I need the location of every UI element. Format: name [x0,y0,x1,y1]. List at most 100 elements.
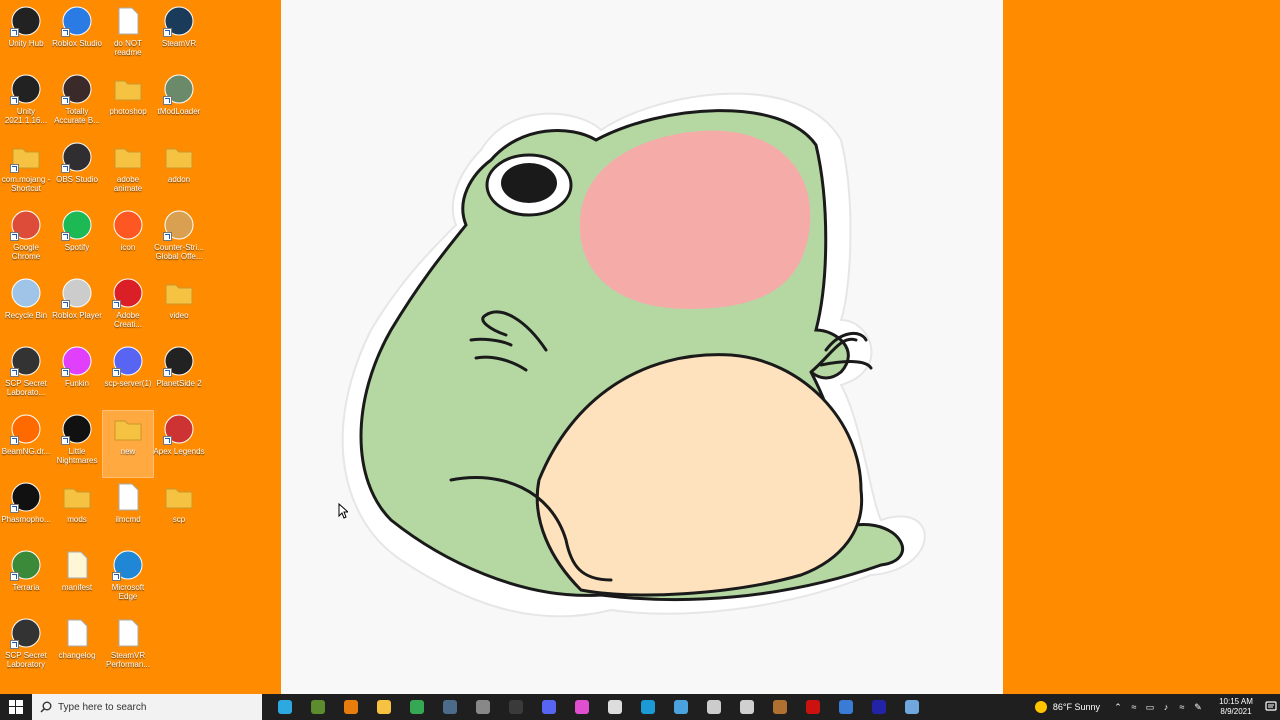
desktop-icon[interactable]: scp [154,479,204,545]
network-icon[interactable]: ≈ [1126,694,1142,720]
shortcut-arrow-icon [112,368,121,377]
desktop-icon[interactable]: addon [154,139,204,205]
desktop-icon[interactable]: Counter-Stri... Global Offe... [154,207,204,273]
clock[interactable]: 10:15 AM 8/9/2021 [1210,697,1262,717]
taskbar-app-steam[interactable] [433,694,466,720]
taskbar-app-chrome[interactable] [400,694,433,720]
desktop-icon-label: addon [167,175,191,184]
taskbar-app-snipping-tool[interactable] [466,694,499,720]
shortcut-arrow-icon [163,28,172,37]
wifi-icon[interactable]: ≈ [1174,694,1190,720]
weather-widget[interactable]: 86°F Sunny [1034,701,1100,713]
desktop-icon[interactable]: do NOT readme [103,3,153,69]
shortcut-arrow-icon [61,300,70,309]
taskbar-app-sticky[interactable] [697,694,730,720]
ru-icon [871,700,886,714]
taskbar-app-record[interactable] [796,694,829,720]
desktop-icon[interactable]: Adobe Creati... [103,275,153,341]
discord-icon [112,345,144,377]
notepad-icon [607,700,622,714]
desktop-icon-label: Unity 2021.1.16... [4,107,48,125]
desktop-icon-label: do NOT readme [113,39,142,57]
shortcut-arrow-icon [10,96,19,105]
desktop-icon[interactable]: SteamVR [154,3,204,69]
desktop-icon-label: Roblox Player [52,311,102,320]
taskbar-app-notepad[interactable] [598,694,631,720]
desktop-icon[interactable]: Roblox Studio [52,3,102,69]
taskbar-app-steam-2[interactable] [631,694,664,720]
chevron-up-icon[interactable]: ⌃ [1110,694,1126,720]
desktop-icon[interactable]: SCP Secret Laboratory [1,615,51,681]
desktop-icon-label: scp [172,515,186,524]
desktop-icon[interactable]: SCP Secret Laborato... [1,343,51,409]
desktop-icon-label: com.mojang - Shortcut [1,175,51,193]
desktop-icon-label: Apex Legends [153,447,205,456]
desktop-icon[interactable]: Apex Legends [153,411,205,477]
desktop-icon[interactable]: com.mojang - Shortcut [1,139,51,205]
taskbar-app-calculator[interactable] [664,694,697,720]
desktop-icon[interactable]: Totally Accurate B... [52,71,102,137]
desktop-icon[interactable]: photoshop [103,71,153,137]
desktop-icon[interactable]: BeamNG.dr... [1,411,51,477]
desktop-icon-label: manifest [61,583,93,592]
desktop-icon-label: Terraria [12,583,40,592]
desktop-icon[interactable]: manifest [52,547,102,613]
desktop-icon[interactable]: Terraria [1,547,51,613]
desktop-icon-label: SCP Secret Laboratory [5,651,47,669]
desktop-icon[interactable]: Google Chrome [1,207,51,273]
desktop-icon[interactable]: mods [52,479,102,545]
taskbar-app-minecraft[interactable] [301,694,334,720]
notification-center-button[interactable] [1262,694,1280,720]
desktop-icon[interactable]: OBS Studio [52,139,102,205]
desktop-icon[interactable]: Unity Hub [1,3,51,69]
desktop-icon[interactable]: Funkin [52,343,102,409]
desktop-icon[interactable]: tModLoader [154,71,204,137]
roblox-studio-icon [61,5,93,37]
wallpaper-panel [281,0,1003,694]
taskbar-app-paint[interactable] [565,694,598,720]
desktop-icon[interactable]: PlanetSide 2 [154,343,204,409]
shortcut-arrow-icon [61,368,70,377]
taskbar-app-roblox[interactable] [730,694,763,720]
desktop-icon[interactable]: SteamVR Performan... [103,615,153,681]
taskbar-app-discord[interactable] [532,694,565,720]
desktop-icon[interactable]: Unity 2021.1.16... [1,71,51,137]
desktop-icon[interactable]: Microsoft Edge [103,547,153,613]
shortcut-arrow-icon [61,96,70,105]
obs-icon [508,700,523,714]
desktop-icon[interactable]: Little Nightmares [52,411,102,477]
desktop-icon-label: Counter-Stri... Global Offe... [154,243,204,261]
shortcut-arrow-icon [61,436,70,445]
text-file-icon [112,617,144,649]
desktop-icon[interactable]: Roblox Player [52,275,102,341]
desktop-icon[interactable]: ilmcmd [103,479,153,545]
desktop-icon[interactable]: Recycle Bin [1,275,51,341]
desktop-icon[interactable]: Phasmopho... [1,479,51,545]
pen-icon[interactable]: ✎ [1190,694,1206,720]
desktop-icon-label: Little Nightmares [56,447,98,465]
taskbar-app-steam-4[interactable] [895,694,928,720]
taskbar-app-obs[interactable] [499,694,532,720]
desktop-icon[interactable]: Spotify [52,207,102,273]
little-nightmares-icon [61,413,93,445]
volume-icon[interactable]: ♪ [1158,694,1174,720]
taskbar-app-blender[interactable] [334,694,367,720]
desktop-icon[interactable]: new [102,410,154,478]
start-button[interactable] [0,694,32,720]
shortcut-arrow-icon [10,572,19,581]
taskbar-app-file-explorer[interactable] [367,694,400,720]
desktop-icon[interactable]: icon [103,207,153,273]
battery-icon[interactable]: ▭ [1142,694,1158,720]
desktop-icon[interactable]: scp-server(1) [103,343,153,409]
desktop-icon[interactable]: changelog [52,615,102,681]
desktop-icon[interactable]: adobe animate [103,139,153,205]
taskbar-search-box[interactable]: Type here to search [32,694,262,720]
desktop-icon[interactable]: video [154,275,204,341]
taskbar-app-mod-tool[interactable] [763,694,796,720]
taskbar-app-edge[interactable] [268,694,301,720]
shortcut-arrow-icon [10,232,19,241]
minecraft-icon [310,700,325,714]
taskbar-app-ru[interactable] [862,694,895,720]
taskbar-app-steam-3[interactable] [829,694,862,720]
desktop-icon-label: BeamNG.dr... [1,447,51,456]
